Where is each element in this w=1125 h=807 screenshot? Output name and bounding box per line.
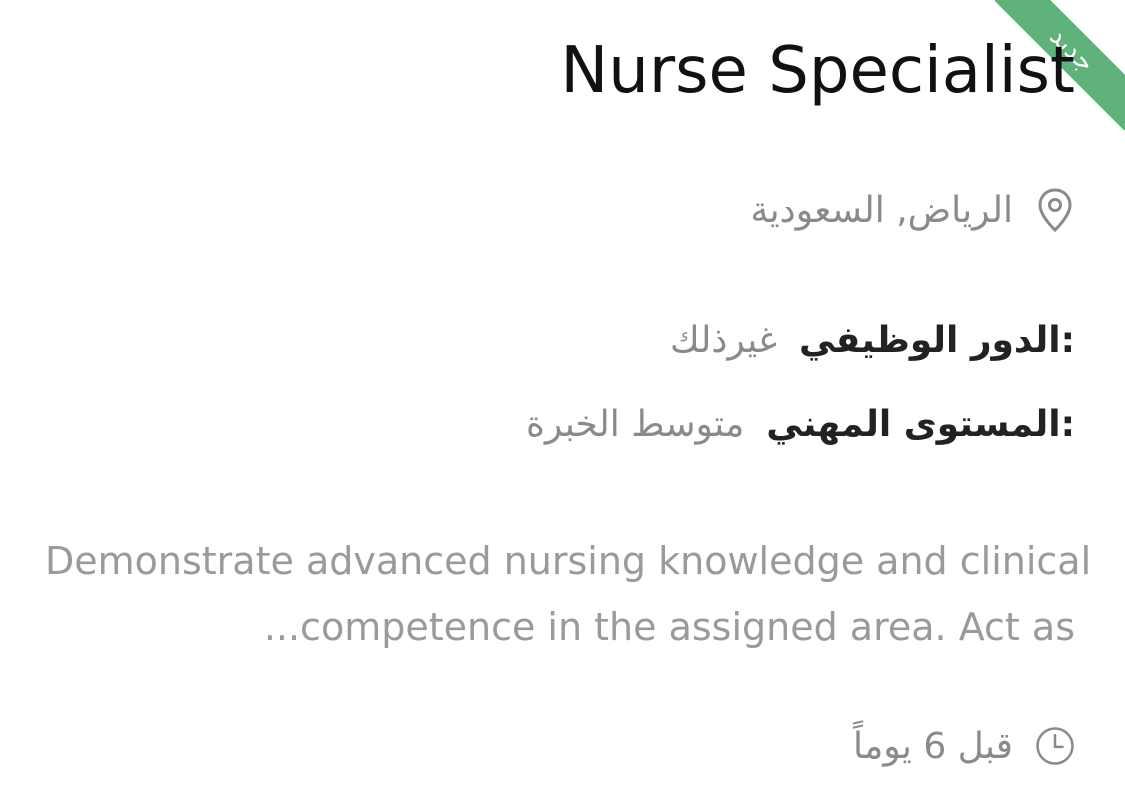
posted-time: قبل 6 يوماً: [853, 722, 1075, 770]
description-line-2: ...competence in the assigned area. Act …: [263, 605, 1075, 649]
location-text: الرياض, السعودية: [750, 189, 1013, 231]
role-value: غيرذلك: [670, 320, 777, 361]
job-card[interactable]: جديد Nurse Specialist الرياض, السعودية ا…: [0, 0, 1125, 807]
clock-icon: [1035, 722, 1075, 770]
level-value: متوسط الخبرة: [525, 404, 745, 445]
role-label: الدور الوظيفي:: [798, 320, 1075, 361]
job-role: الدور الوظيفي: غيرذلك: [670, 320, 1075, 361]
map-pin-icon: [1035, 186, 1075, 234]
job-location: الرياض, السعودية: [750, 186, 1075, 234]
level-label: المستوى المهني:: [766, 404, 1075, 445]
posted-text: قبل 6 يوماً: [853, 725, 1013, 767]
job-title[interactable]: Nurse Specialist: [560, 36, 1075, 107]
job-level: المستوى المهني: متوسط الخبرة: [526, 404, 1075, 445]
description-line-1: Demonstrate advanced nursing knowledge a…: [45, 539, 1092, 583]
job-description: Demonstrate advanced nursing knowledge a…: [45, 528, 1092, 660]
